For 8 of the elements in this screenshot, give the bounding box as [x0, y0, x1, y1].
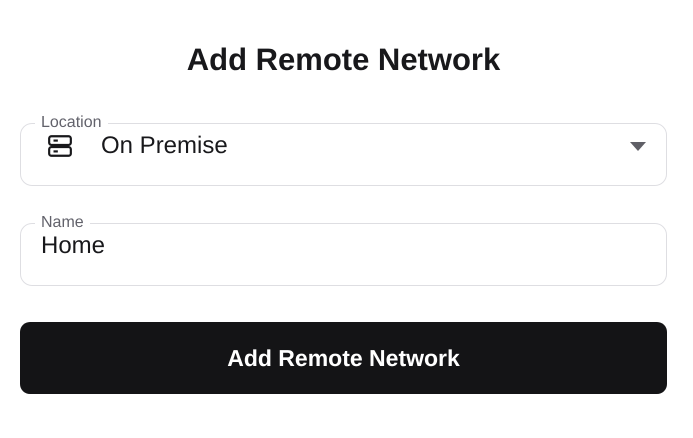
server-icon [47, 133, 73, 159]
name-field[interactable]: Name Home [20, 214, 667, 286]
submit-button[interactable]: Add Remote Network [20, 322, 667, 394]
field-label: Location [40, 114, 102, 132]
caret-icon [630, 142, 646, 150]
location-select[interactable]: Location On Premise [20, 114, 667, 186]
page-title: Add Remote Network [186, 41, 502, 79]
field-label: Name [40, 214, 85, 232]
